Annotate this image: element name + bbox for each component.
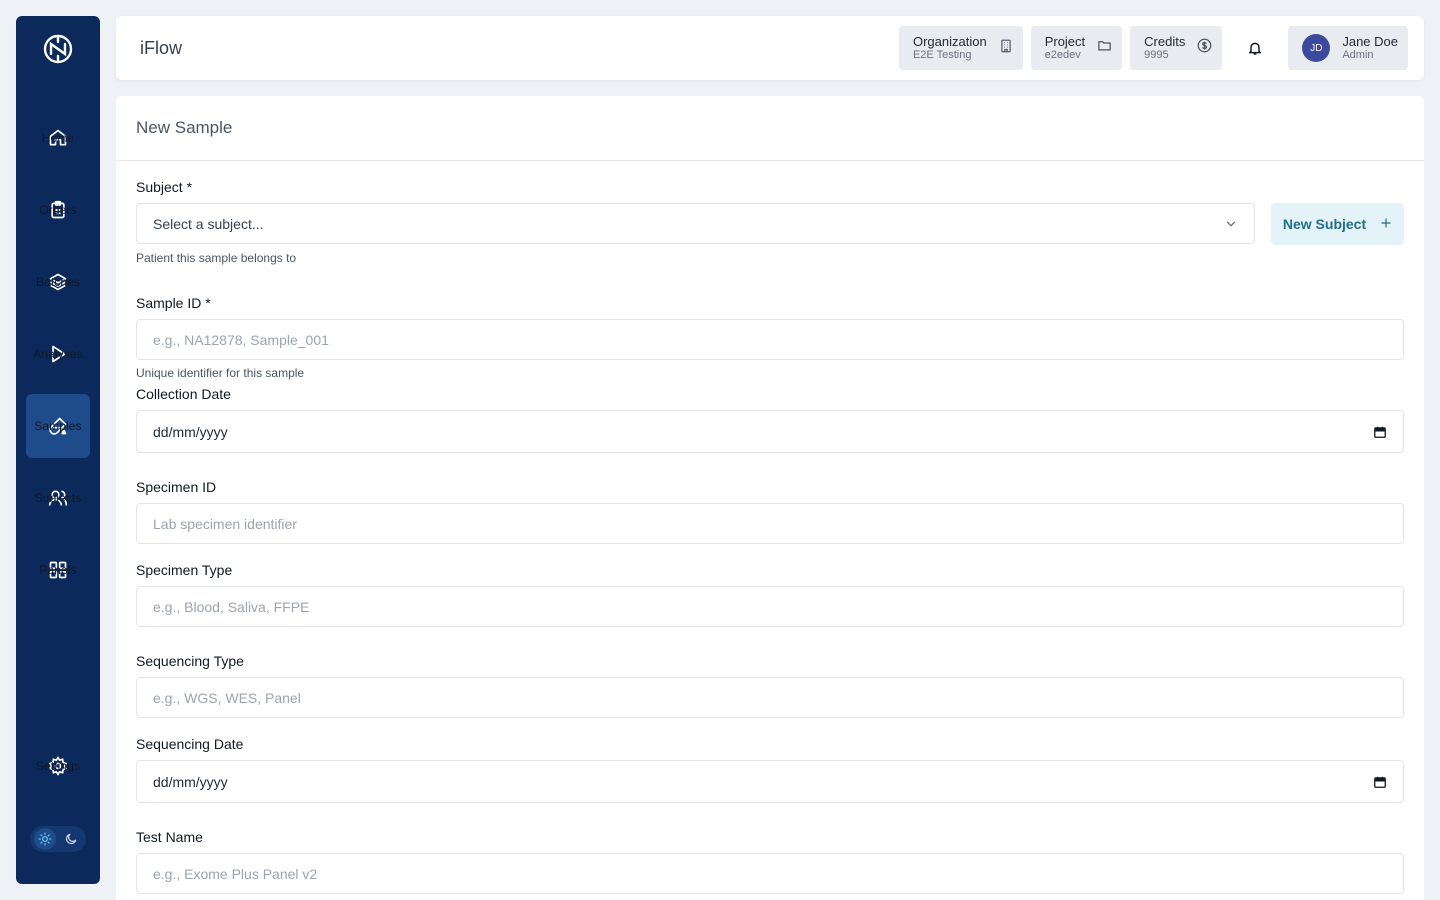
- sample-id-label: Sample ID *: [136, 295, 211, 311]
- sidebar-item-analyses[interactable]: Analyses: [26, 322, 90, 386]
- sidebar-item-label: Batches: [35, 275, 81, 289]
- sequencing-date-label: Sequencing Date: [136, 736, 244, 752]
- card-header: New Sample: [116, 96, 1424, 161]
- chevron-down-icon: [1224, 217, 1238, 231]
- sidebar-item-orders[interactable]: Orders: [26, 178, 90, 242]
- specimen-id-placeholder: Lab specimen identifier: [153, 515, 297, 532]
- project-label: Project: [1044, 33, 1086, 49]
- new-subject-label: New Subject: [1282, 216, 1367, 232]
- test-name-placeholder: e.g., Exome Plus Panel v2: [153, 865, 318, 882]
- sidebar-item-label: Home: [41, 131, 75, 145]
- sample-id-input[interactable]: e.g., NA12878, Sample_001: [136, 319, 1404, 360]
- sidebar-nav: Home Orders Batches Analyses Samples Sub…: [16, 106, 100, 602]
- dollar-icon: [1197, 38, 1212, 58]
- folder-icon: [1097, 38, 1112, 58]
- calendar-icon[interactable]: [1373, 425, 1387, 439]
- credits-value: 9995: [1144, 49, 1169, 62]
- building-icon: [999, 39, 1013, 58]
- organization-value: E2E Testing: [912, 49, 972, 62]
- app-logo-icon[interactable]: [41, 32, 75, 66]
- sidebar-item-label: Orders: [39, 203, 77, 217]
- sequencing-type-label: Sequencing Type: [136, 653, 244, 669]
- top-header: iFlow Organization E2E Testing Project e…: [116, 16, 1424, 80]
- sidebar-item-label: Panels: [39, 563, 77, 577]
- sidebar-item-samples[interactable]: Samples: [26, 394, 90, 458]
- specimen-type-placeholder: e.g., Blood, Saliva, FFPE: [153, 598, 310, 615]
- sidebar-item-settings[interactable]: Settings: [26, 734, 90, 798]
- organization-label: Organization: [912, 33, 987, 49]
- sidebar-item-home[interactable]: Home: [26, 106, 90, 170]
- subject-hint: Patient this sample belongs to: [136, 251, 297, 265]
- subject-select-value: Select a subject...: [153, 215, 264, 232]
- user-name: Jane Doe: [1342, 33, 1398, 49]
- sidebar-item-subjects[interactable]: Subjects: [26, 466, 90, 530]
- sequencing-type-input[interactable]: e.g., WGS, WES, Panel: [136, 677, 1404, 718]
- project-value: e2edev: [1044, 49, 1081, 62]
- organization-selector[interactable]: Organization E2E Testing: [898, 26, 1023, 70]
- subject-select[interactable]: Select a subject...: [136, 203, 1255, 244]
- sidebar-item-label: Analyses: [33, 347, 83, 361]
- sidebar-item-label: Subjects: [34, 491, 82, 505]
- sequencing-type-placeholder: e.g., WGS, WES, Panel: [153, 689, 301, 706]
- credits-display[interactable]: Credits 9995: [1130, 26, 1223, 70]
- sidebar-item-label: Samples: [34, 419, 82, 433]
- specimen-type-input[interactable]: e.g., Blood, Saliva, FFPE: [136, 586, 1404, 627]
- specimen-id-label: Specimen ID: [136, 479, 217, 495]
- sample-id-hint: Unique identifier for this sample: [136, 366, 305, 380]
- sample-id-placeholder: e.g., NA12878, Sample_001: [153, 331, 329, 348]
- sidebar: Home Orders Batches Analyses Samples Sub…: [16, 16, 100, 884]
- collection-date-input[interactable]: dd/mm/yyyy: [136, 410, 1404, 453]
- page-title: New Sample: [136, 118, 233, 137]
- sun-icon[interactable]: [34, 828, 56, 850]
- credits-label: Credits: [1144, 33, 1186, 49]
- sequencing-date-input[interactable]: dd/mm/yyyy: [136, 760, 1404, 803]
- plus-icon: [1380, 216, 1392, 232]
- test-name-input[interactable]: e.g., Exome Plus Panel v2: [136, 853, 1404, 894]
- test-name-label: Test Name: [136, 829, 203, 845]
- sequencing-date-value: dd/mm/yyyy: [153, 773, 228, 790]
- moon-icon[interactable]: [60, 828, 82, 850]
- user-menu[interactable]: JD Jane Doe Admin: [1288, 26, 1408, 70]
- sidebar-item-batches[interactable]: Batches: [26, 250, 90, 314]
- specimen-id-input[interactable]: Lab specimen identifier: [136, 503, 1404, 544]
- specimen-type-label: Specimen Type: [136, 562, 233, 578]
- subject-label: Subject *: [136, 179, 193, 195]
- theme-toggle[interactable]: [30, 826, 86, 852]
- new-sample-card: New Sample Subject * Select a subject...…: [116, 96, 1424, 900]
- user-role: Admin: [1342, 49, 1374, 62]
- sidebar-item-label: Settings: [35, 759, 81, 773]
- avatar: JD: [1302, 34, 1331, 62]
- sidebar-bottom: Settings: [16, 734, 100, 798]
- app-title: iFlow: [140, 37, 183, 58]
- calendar-icon[interactable]: [1373, 775, 1387, 789]
- collection-date-value: dd/mm/yyyy: [153, 423, 228, 440]
- sidebar-item-panels[interactable]: Panels: [26, 538, 90, 602]
- project-selector[interactable]: Project e2edev: [1030, 26, 1123, 70]
- notifications-bell-icon[interactable]: [1230, 26, 1280, 70]
- collection-date-label: Collection Date: [136, 386, 231, 402]
- new-subject-button[interactable]: New Subject: [1271, 203, 1404, 245]
- header-actions: Organization E2E Testing Project e2edev …: [898, 26, 1408, 70]
